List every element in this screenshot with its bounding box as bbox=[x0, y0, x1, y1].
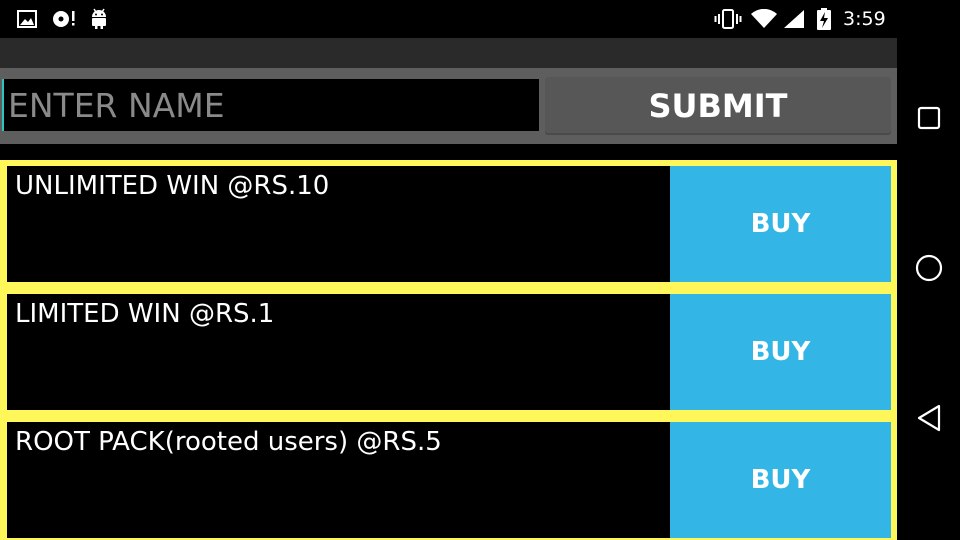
media-notification-icon bbox=[50, 0, 78, 38]
recents-icon bbox=[917, 106, 941, 134]
buy-button-label: BUY bbox=[750, 337, 811, 367]
product-item-limited-win: LIMITED WIN @RS.1 BUY bbox=[0, 288, 897, 416]
clock: 3:59 bbox=[843, 8, 886, 30]
product-label: LIMITED WIN @RS.1 bbox=[15, 299, 275, 329]
back-button[interactable] bbox=[897, 390, 960, 450]
product-list: UNLIMITED WIN @RS.10 BUY LIMITED WIN @RS… bbox=[0, 160, 897, 540]
product-info: LIMITED WIN @RS.1 bbox=[7, 294, 670, 410]
recents-button[interactable] bbox=[897, 90, 960, 150]
buy-button-label: BUY bbox=[750, 465, 811, 495]
name-input[interactable] bbox=[2, 79, 539, 131]
product-item-root-pack: ROOT PACK(rooted users) @RS.5 BUY bbox=[0, 416, 897, 540]
product-item-unlimited-win: UNLIMITED WIN @RS.10 BUY bbox=[0, 160, 897, 288]
signal-icon bbox=[782, 0, 806, 38]
app-content: SUBMIT UNLIMITED WIN @RS.10 BUY LIMITED … bbox=[0, 38, 897, 540]
home-icon bbox=[915, 254, 943, 286]
image-icon bbox=[16, 0, 38, 38]
android-icon bbox=[88, 0, 110, 38]
vibrate-icon bbox=[714, 0, 742, 38]
submit-button[interactable]: SUBMIT bbox=[545, 77, 891, 135]
name-input-row: SUBMIT bbox=[0, 68, 897, 144]
android-screen: 3:59 SUBMIT UNLIMITED WIN @RS.10 BUY LIM… bbox=[0, 0, 960, 540]
product-label: UNLIMITED WIN @RS.10 bbox=[15, 171, 330, 201]
navigation-bar bbox=[897, 0, 960, 540]
home-button[interactable] bbox=[897, 240, 960, 300]
buy-button-label: BUY bbox=[750, 209, 811, 239]
status-bar: 3:59 bbox=[0, 0, 960, 38]
submit-button-label: SUBMIT bbox=[648, 87, 788, 125]
buy-button-limited-win[interactable]: BUY bbox=[670, 294, 891, 410]
buy-button-root-pack[interactable]: BUY bbox=[670, 422, 891, 538]
wifi-icon bbox=[750, 0, 778, 38]
product-label: ROOT PACK(rooted users) @RS.5 bbox=[15, 427, 442, 457]
buy-button-unlimited-win[interactable]: BUY bbox=[670, 166, 891, 282]
product-info: ROOT PACK(rooted users) @RS.5 bbox=[7, 422, 670, 538]
back-icon bbox=[916, 404, 942, 436]
product-info: UNLIMITED WIN @RS.10 bbox=[7, 166, 670, 282]
battery-charging-icon bbox=[814, 0, 834, 38]
action-bar bbox=[0, 38, 897, 68]
